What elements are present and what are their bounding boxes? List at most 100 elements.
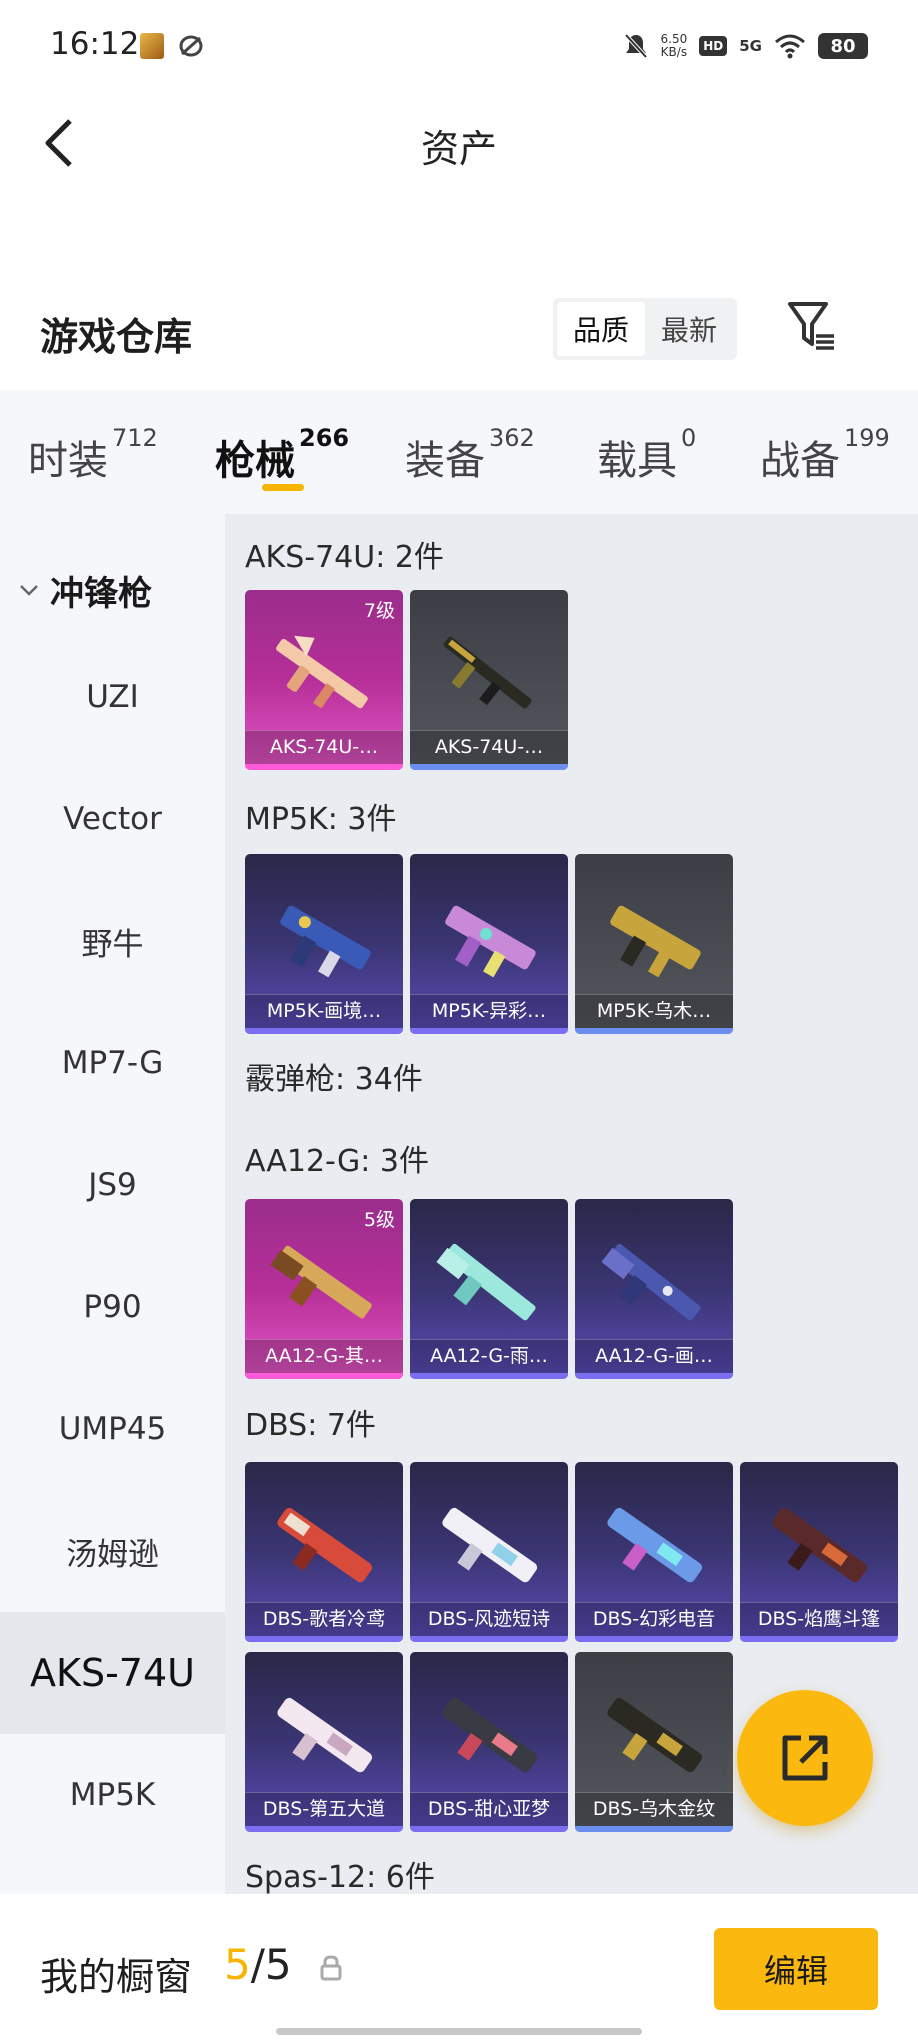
rarity-bar (245, 1636, 403, 1642)
sidebar-item-thompson[interactable]: 汤姆逊 (0, 1490, 225, 1612)
rarity-bar (740, 1636, 898, 1642)
category-tabs: 时装 712 枪械 266 装备 362 载具 0 战备 199 (0, 390, 918, 514)
edit-button[interactable]: 编辑 (714, 1928, 878, 2010)
aks74u-skin-image (443, 636, 532, 709)
aa12g-skin-image (436, 1243, 536, 1321)
hd-badge: HD (699, 36, 728, 56)
sidebar-item-aks74u[interactable]: AKS-74U (0, 1612, 225, 1734)
weapon-name: AA12-G-雨… (410, 1339, 568, 1373)
section-title: AKS-74U: 2件 (245, 540, 444, 575)
level-badge: 7级 (363, 600, 395, 622)
weapon-grid: AKS-74U: 2件 7级 AKS-74U-… AKS-74U-… MP5K:… (225, 514, 918, 1894)
dbs-skin-image (607, 1697, 703, 1773)
showcase-count: 5/5 (224, 1940, 292, 1989)
weapon-name: MP5K-乌木… (575, 994, 733, 1028)
aa12g-skin-image (270, 1245, 372, 1319)
app-notification-icon (140, 33, 164, 59)
weapon-name: AA12-G-其… (245, 1339, 403, 1373)
weapon-card[interactable]: DBS-甜心亚梦 (410, 1652, 568, 1832)
dbs-skin-image (772, 1507, 868, 1583)
sort-toggle: 品质 最新 (553, 298, 737, 360)
weapon-card[interactable]: DBS-幻彩电音 (575, 1462, 733, 1642)
weapon-card[interactable]: AKS-74U-… (410, 590, 568, 770)
weapon-card[interactable]: DBS-风迹短诗 (410, 1462, 568, 1642)
sidebar-item-mp7g[interactable]: MP7-G (0, 1002, 225, 1124)
sidebar-item-vector[interactable]: Vector (0, 758, 225, 880)
section-title: Spas-12: 6件 (245, 1860, 435, 1894)
dbs-skin-image (277, 1697, 373, 1773)
home-indicator[interactable] (276, 2028, 642, 2035)
weapon-name: AA12-G-画… (575, 1339, 733, 1373)
weapon-name: DBS-乌木金纹 (575, 1792, 733, 1826)
rarity-bar (575, 1636, 733, 1642)
showcase-count-separator: / (250, 1940, 265, 1989)
sidebar-item-ump45[interactable]: UMP45 (0, 1368, 225, 1490)
net-speed-unit: KB/s (660, 45, 688, 59)
net-speed: 6.50 KB/s (661, 33, 688, 59)
tab-count: 712 (112, 424, 158, 452)
mp5k-skin-image (280, 905, 371, 978)
tab-label: 战备 (760, 438, 840, 484)
weapon-name: AKS-74U-… (410, 730, 568, 764)
weapon-card[interactable]: AA12-G-雨… (410, 1199, 568, 1379)
sidebar-group-smg[interactable]: 冲锋枪 (0, 544, 225, 636)
sync-icon (179, 35, 203, 57)
dbs-skin-image (607, 1507, 703, 1583)
weapon-card[interactable]: DBS-歌者冷鸢 (245, 1462, 403, 1642)
rarity-bar (575, 1373, 733, 1379)
tab-supplies[interactable]: 战备 199 (760, 424, 890, 486)
sidebar-group-label: 冲锋枪 (50, 573, 152, 614)
active-tab-indicator (262, 484, 304, 491)
weapon-card[interactable]: DBS-第五大道 (245, 1652, 403, 1832)
rarity-bar (575, 1028, 733, 1034)
tab-vehicles[interactable]: 载具 0 (597, 424, 696, 486)
weapon-card[interactable]: MP5K-画境… (245, 854, 403, 1034)
sidebar-item-mp5k[interactable]: MP5K (0, 1734, 225, 1856)
weapon-type-sidebar: 冲锋枪 UZI Vector 野牛 MP7-G JS9 P90 UMP45 汤姆… (0, 514, 225, 1894)
tab-label: 时装 (28, 438, 108, 484)
showcase-label: 我的橱窗 (40, 1955, 193, 1999)
aks74u-skin-image (276, 635, 368, 709)
weapon-card[interactable]: MP5K-乌木… (575, 854, 733, 1034)
sort-quality-button[interactable]: 品质 (557, 302, 645, 356)
warehouse-title: 游戏仓库 (40, 315, 193, 359)
sidebar-item-js9[interactable]: JS9 (0, 1124, 225, 1246)
showcase-count-current: 5 (224, 1940, 251, 1989)
tab-equipment[interactable]: 装备 362 (405, 424, 535, 486)
level-badge: 5级 (363, 1209, 395, 1231)
tab-count: 0 (681, 424, 697, 452)
weapon-name: DBS-风迹短诗 (410, 1602, 568, 1636)
weapon-card[interactable]: 7级 AKS-74U-… (245, 590, 403, 770)
tab-weapons[interactable]: 枪械 266 (215, 424, 349, 486)
wifi-icon (775, 34, 805, 59)
tab-count: 266 (299, 424, 350, 452)
section-title: DBS: 7件 (245, 1408, 376, 1443)
filter-icon[interactable] (786, 300, 838, 354)
weapon-card[interactable]: DBS-乌木金纹 (575, 1652, 733, 1832)
sidebar-item-bizon[interactable]: 野牛 (0, 880, 225, 1002)
network-type: 5G (739, 37, 762, 55)
rarity-bar (410, 1028, 568, 1034)
mp5k-skin-image (445, 905, 536, 978)
share-button[interactable] (737, 1690, 873, 1826)
rarity-bar (245, 764, 403, 770)
dbs-skin-image (442, 1507, 538, 1583)
section-group-title: 霰弹枪: 34件 (245, 1062, 423, 1097)
sidebar-item-p90[interactable]: P90 (0, 1246, 225, 1368)
tab-costume[interactable]: 时装 712 (28, 424, 158, 486)
status-bar: 16:12 6.50 KB/s HD 5G 80 (0, 0, 918, 92)
weapon-name: DBS-焰鹰斗篷 (740, 1602, 898, 1636)
dbs-skin-image (277, 1507, 373, 1583)
weapon-card[interactable]: AA12-G-画… (575, 1199, 733, 1379)
showcase-bar: 我的橱窗 5/5 编辑 (0, 1896, 918, 2040)
showcase-count-total: 5 (264, 1940, 292, 1989)
weapon-card[interactable]: DBS-焰鹰斗篷 (740, 1462, 898, 1642)
rarity-bar (410, 764, 568, 770)
section-title: AA12-G: 3件 (245, 1144, 429, 1179)
weapon-card[interactable]: 5级 AA12-G-其… (245, 1199, 403, 1379)
sidebar-item-uzi[interactable]: UZI (0, 636, 225, 758)
weapon-name: DBS-歌者冷鸢 (245, 1602, 403, 1636)
sort-latest-button[interactable]: 最新 (645, 302, 733, 356)
weapon-name: DBS-幻彩电音 (575, 1602, 733, 1636)
weapon-card[interactable]: MP5K-异彩… (410, 854, 568, 1034)
